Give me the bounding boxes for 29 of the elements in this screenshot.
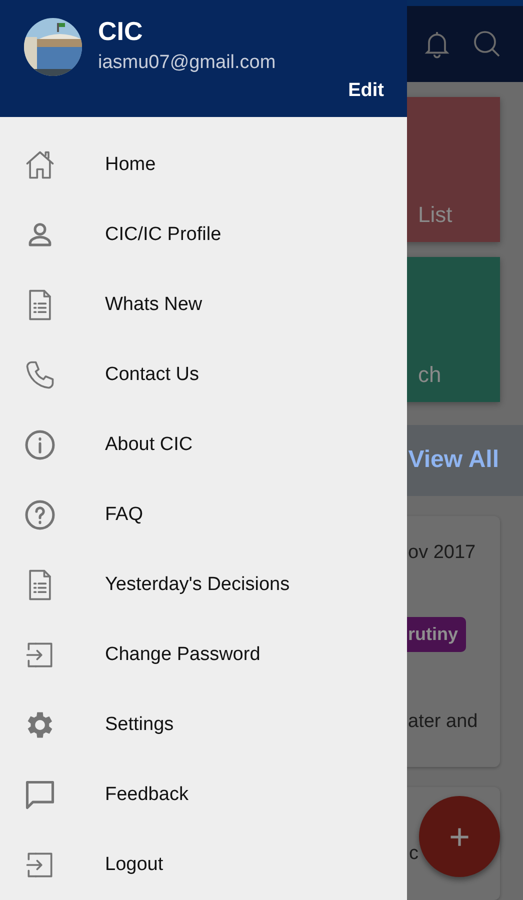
menu-item[interactable]: Home (0, 130, 407, 200)
menu-item[interactable]: CIC/IC Profile (0, 200, 407, 270)
menu-item-label: Yesterday's Decisions (105, 574, 290, 596)
menu-item[interactable]: Logout (0, 830, 407, 900)
chat-icon (23, 778, 57, 812)
menu-item[interactable]: Settings (0, 690, 407, 760)
card-text: c (409, 843, 418, 865)
menu-item-label: Home (105, 154, 156, 176)
menu-item-label: FAQ (105, 504, 144, 526)
menu-item[interactable]: Feedback (0, 760, 407, 830)
menu-item[interactable]: Whats New (0, 270, 407, 340)
card-text: ater and (408, 710, 478, 733)
menu-item-label: CIC/IC Profile (105, 224, 222, 246)
menu-item[interactable]: About CIC (0, 410, 407, 480)
edit-link[interactable]: Edit (348, 80, 384, 102)
user-name: CIC (98, 16, 144, 46)
menu-item-label: Change Password (105, 644, 260, 666)
menu-item-label: Logout (105, 854, 164, 876)
menu-item-label: Settings (105, 714, 174, 736)
menu-item-label: Whats New (105, 294, 202, 316)
menu-item[interactable]: Contact Us (0, 340, 407, 410)
info-icon (23, 428, 57, 462)
help-icon (23, 498, 57, 532)
menu-item-label: Contact Us (105, 364, 199, 386)
menu-item-label: Feedback (105, 784, 188, 806)
menu-item-label: About CIC (105, 434, 193, 456)
menu-item[interactable]: FAQ (0, 480, 407, 550)
card-date: ov 2017 (408, 542, 476, 564)
user-email: iasmu07@gmail.com (98, 51, 276, 75)
